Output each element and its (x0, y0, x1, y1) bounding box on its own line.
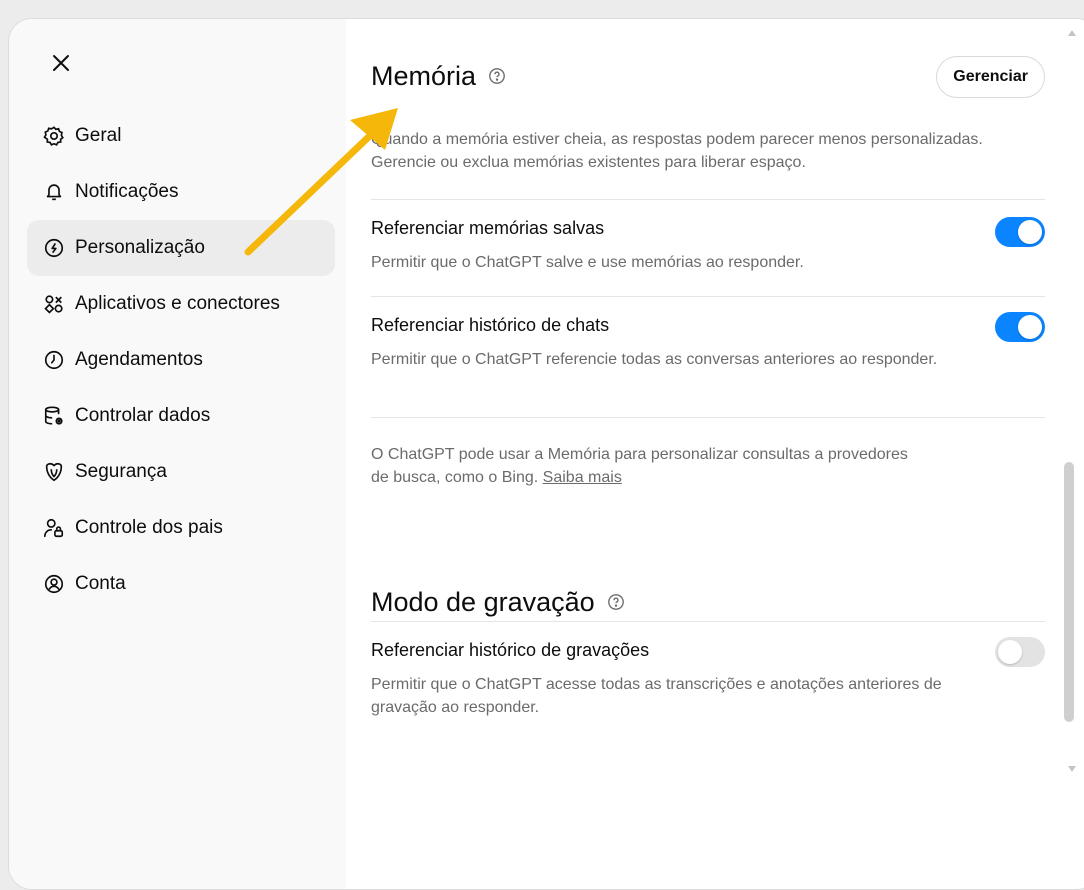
toggle-knob (998, 640, 1022, 664)
settings-sidebar: Geral Notificações Personalização Aplica… (9, 19, 346, 889)
settings-nav: Geral Notificações Personalização Aplica… (27, 108, 335, 612)
sidebar-item-label: Controlar dados (75, 405, 211, 426)
learn-more-link[interactable]: Saiba mais (543, 469, 622, 486)
memory-section-header: Memória (371, 61, 506, 92)
sidebar-item-account[interactable]: Conta (27, 556, 335, 612)
gear-icon (43, 125, 65, 147)
recording-section-header: Modo de gravação (371, 587, 625, 618)
help-icon[interactable] (607, 587, 625, 618)
sidebar-item-data-controls[interactable]: Controlar dados (27, 388, 335, 444)
memory-title: Memória (371, 61, 477, 91)
sidebar-item-security[interactable]: Segurança (27, 444, 335, 500)
bell-icon (43, 181, 65, 203)
setting-row-saved-memories: Referenciar memórias salvas Permitir que… (371, 218, 1045, 274)
divider (371, 199, 1045, 200)
setting-title: Referenciar histórico de chats (371, 315, 610, 335)
scroll-up-arrow[interactable] (1068, 30, 1076, 36)
divider (371, 621, 1045, 622)
setting-row-chat-history: Referenciar histórico de chats Permitir … (371, 315, 1045, 371)
search-note: O ChatGPT pode usar a Memória para perso… (371, 443, 911, 489)
saved-memories-toggle[interactable] (995, 217, 1045, 247)
setting-description: Permitir que o ChatGPT acesse todas as t… (371, 676, 942, 716)
sidebar-item-label: Notificações (75, 181, 179, 202)
divider (371, 417, 1045, 418)
help-icon[interactable] (488, 61, 506, 92)
sidebar-item-notifications[interactable]: Notificações (27, 164, 335, 220)
sidebar-item-label: Segurança (75, 461, 167, 482)
database-gear-icon (43, 405, 65, 427)
sidebar-item-general[interactable]: Geral (27, 108, 335, 164)
sidebar-item-label: Geral (75, 125, 122, 146)
parental-icon (43, 517, 65, 539)
sidebar-item-parental-controls[interactable]: Controle dos pais (27, 500, 335, 556)
setting-title: Referenciar histórico de gravações (371, 640, 650, 660)
account-icon (43, 573, 65, 595)
apps-icon (43, 293, 65, 315)
setting-description: Permitir que o ChatGPT referencie todas … (371, 351, 938, 368)
settings-content: Memória Gerenciar Quando a memória estiv… (371, 19, 1045, 889)
toggle-knob (1018, 220, 1042, 244)
sidebar-item-label: Controle dos pais (75, 517, 223, 538)
settings-dialog: Geral Notificações Personalização Aplica… (8, 18, 1084, 890)
toggle-knob (1018, 315, 1042, 339)
scrollbar-thumb[interactable] (1064, 462, 1074, 722)
chat-history-toggle[interactable] (995, 312, 1045, 342)
setting-title: Referenciar memórias salvas (371, 218, 605, 238)
personalization-icon (43, 237, 65, 259)
search-note-text: O ChatGPT pode usar a Memória para perso… (371, 446, 908, 486)
setting-description: Permitir que o ChatGPT salve e use memór… (371, 254, 804, 271)
sidebar-item-label: Aplicativos e conectores (75, 293, 280, 314)
scroll-down-arrow[interactable] (1068, 766, 1076, 772)
sidebar-item-label: Conta (75, 573, 126, 594)
clock-icon (43, 349, 65, 371)
close-icon (53, 55, 69, 71)
memory-description: Quando a memória estiver cheia, as respo… (371, 131, 983, 171)
divider (371, 296, 1045, 297)
setting-row-recording-history: Referenciar histórico de gravações Permi… (371, 640, 1045, 719)
sidebar-item-personalization[interactable]: Personalização (27, 220, 335, 276)
manage-memories-button[interactable]: Gerenciar (936, 56, 1045, 98)
sidebar-item-label: Agendamentos (75, 349, 203, 370)
recording-title: Modo de gravação (371, 587, 595, 617)
security-icon (43, 461, 65, 483)
close-button[interactable] (47, 49, 75, 77)
sidebar-item-apps[interactable]: Aplicativos e conectores (27, 276, 335, 332)
sidebar-item-label: Personalização (75, 237, 205, 258)
sidebar-item-schedules[interactable]: Agendamentos (27, 332, 335, 388)
recording-history-toggle[interactable] (995, 637, 1045, 667)
